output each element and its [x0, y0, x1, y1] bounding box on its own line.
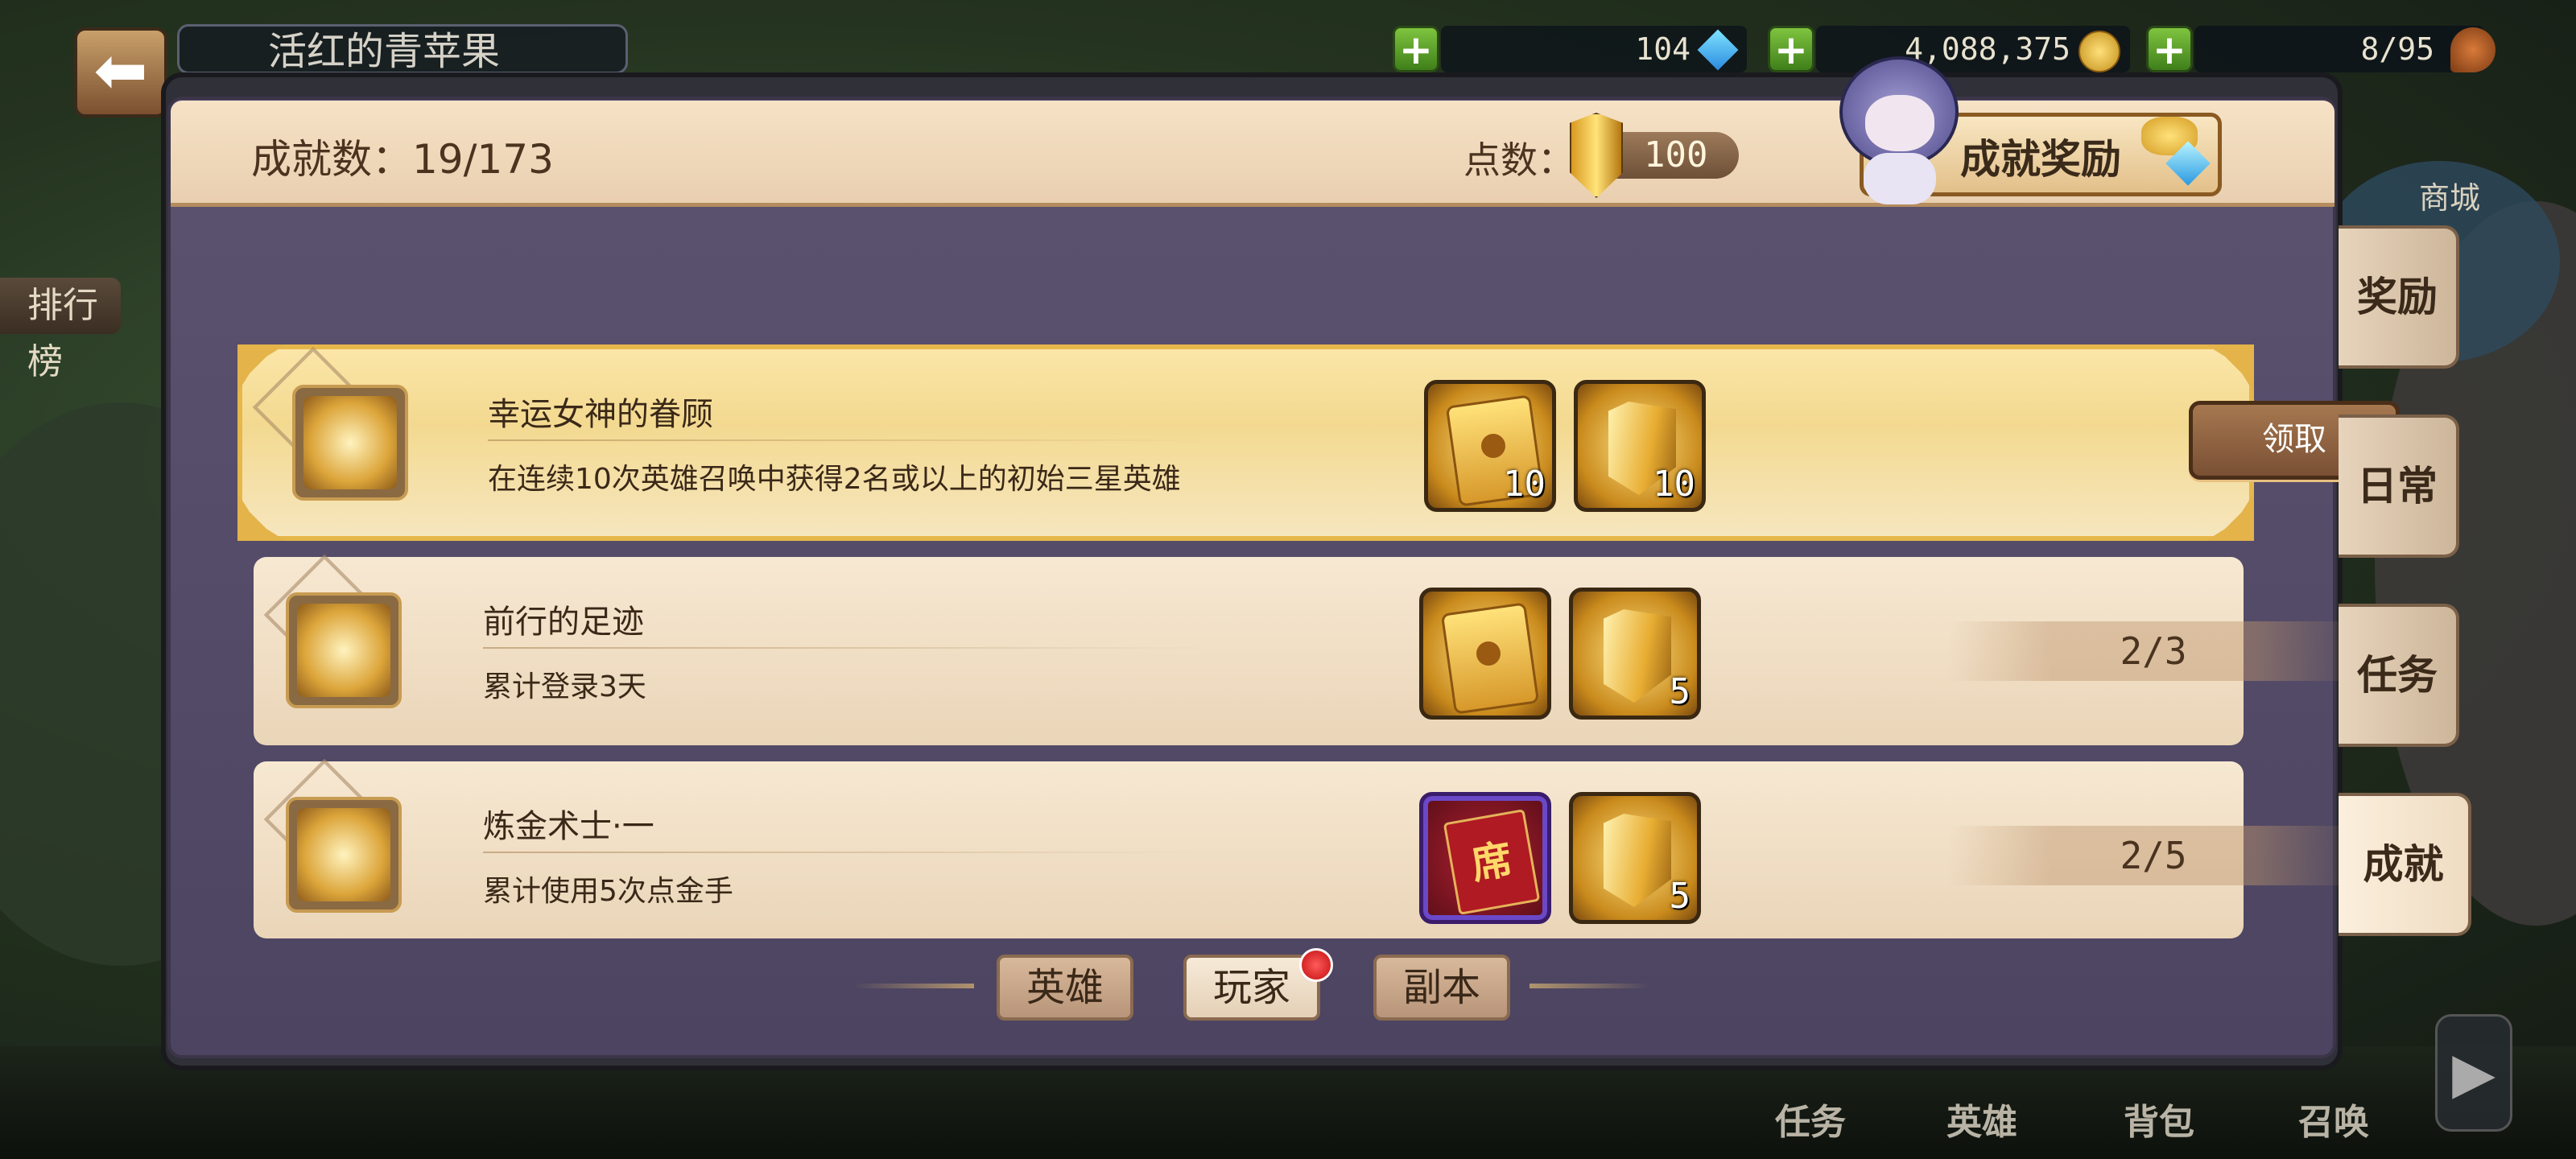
gold-coin-icon	[2079, 31, 2120, 72]
title-divider	[483, 852, 1208, 853]
reward-qty: 5	[1669, 876, 1691, 917]
reward-achievement-shield[interactable]: 10	[1574, 380, 1706, 512]
achievement-row: 炼金术士·一 累计使用5次点金手 席 5 2/5	[254, 758, 2359, 938]
achievement-reward-label[interactable]: 成就奖励	[1960, 127, 2121, 185]
calendar-check-icon	[297, 604, 390, 697]
achievement-title: 前行的足迹	[483, 604, 644, 641]
reward-qty: 10	[1653, 464, 1695, 505]
notification-badge	[1299, 948, 1333, 982]
achievement-icon	[286, 592, 402, 708]
achievement-row: 幸运女神的眷顾 在连续10次英雄召唤中获得2名或以上的初始三星英雄 10 10 …	[237, 344, 2400, 541]
reward-achievement-shield[interactable]: 5	[1569, 588, 1701, 720]
reward-qty: 10	[1503, 464, 1546, 505]
back-button[interactable]: ⬅	[74, 27, 167, 118]
corner-ornament	[2206, 344, 2254, 393]
player-name-box: 活红的青苹果	[177, 24, 628, 74]
meat-icon	[2450, 27, 2496, 72]
gems-count: 104	[1635, 31, 1690, 67]
category-tab-dungeon[interactable]: 副本	[1373, 955, 1510, 1021]
nav-summon[interactable]: 召唤	[2298, 1093, 2369, 1145]
achievement-progress: 2/3	[1948, 621, 2359, 681]
mascot-face	[1865, 95, 1934, 151]
nav-bag[interactable]: 背包	[2124, 1093, 2194, 1145]
add-gold-button[interactable]: +	[1768, 26, 1814, 72]
shield-icon	[1604, 814, 1671, 907]
cat-mascot-icon	[1839, 56, 1960, 204]
achievement-title: 炼金术士·一	[483, 808, 654, 845]
corner-ornament	[2206, 493, 2254, 541]
reward-achievement-shield[interactable]: 5	[1569, 792, 1701, 924]
category-tab-heroes[interactable]: 英雄	[997, 955, 1133, 1021]
achievement-icon	[286, 797, 402, 913]
golden-hand-icon	[297, 808, 390, 901]
nav-quests[interactable]: 任务	[1775, 1093, 1846, 1145]
leaderboard-label[interactable]: 排行榜	[0, 278, 121, 382]
reward-summon-card[interactable]: 10	[1424, 380, 1556, 512]
red-scroll-icon: 席	[1443, 809, 1541, 915]
tab-achievements[interactable]: 成就	[2339, 793, 2471, 936]
left-flourish	[853, 984, 974, 988]
add-stamina-button[interactable]: +	[2146, 26, 2193, 72]
stamina-count: 8/95	[2360, 31, 2434, 67]
card-keyhole-icon	[1481, 434, 1505, 458]
corner-ornament	[237, 493, 286, 541]
shield-icon	[1604, 609, 1671, 703]
achievement-count: 成就数：19/173	[251, 136, 554, 183]
reward-summon-card[interactable]	[1419, 588, 1551, 720]
next-arrow-button[interactable]: ▶	[2435, 1014, 2512, 1132]
card-keyhole-icon	[1476, 641, 1501, 666]
right-flourish	[1530, 984, 1650, 988]
achievement-icon	[292, 385, 408, 501]
treasure-icon	[2141, 117, 2214, 189]
achievement-progress: 2/5	[1948, 826, 2359, 885]
add-gems-button[interactable]: +	[1393, 26, 1439, 72]
title-divider	[488, 439, 1212, 441]
reward-qty: 5	[1669, 671, 1691, 712]
achievement-desc: 累计登录3天	[483, 670, 646, 703]
shop-label[interactable]: 商城	[2419, 173, 2480, 217]
nav-heroes[interactable]: 英雄	[1946, 1093, 2017, 1145]
achievement-title: 幸运女神的眷顾	[488, 396, 713, 433]
mascot-head	[1839, 56, 1959, 167]
reward-red-scroll[interactable]: 席	[1419, 792, 1551, 924]
lucky-goddess-icon	[303, 396, 397, 489]
achievement-desc: 在连续10次英雄召唤中获得2名或以上的初始三星英雄	[488, 463, 1181, 496]
tab-daily[interactable]: 日常	[2339, 415, 2459, 558]
points-label: 点数：	[1463, 138, 1575, 182]
tab-rewards[interactable]: 奖励	[2339, 225, 2459, 369]
achievement-row: 前行的足迹 累计登录3天 5 2/3	[254, 554, 2359, 745]
mascot-body	[1864, 153, 1936, 204]
title-divider	[483, 647, 1208, 649]
tab-quests[interactable]: 任务	[2339, 604, 2459, 747]
achievement-desc: 累计使用5次点金手	[483, 875, 733, 908]
